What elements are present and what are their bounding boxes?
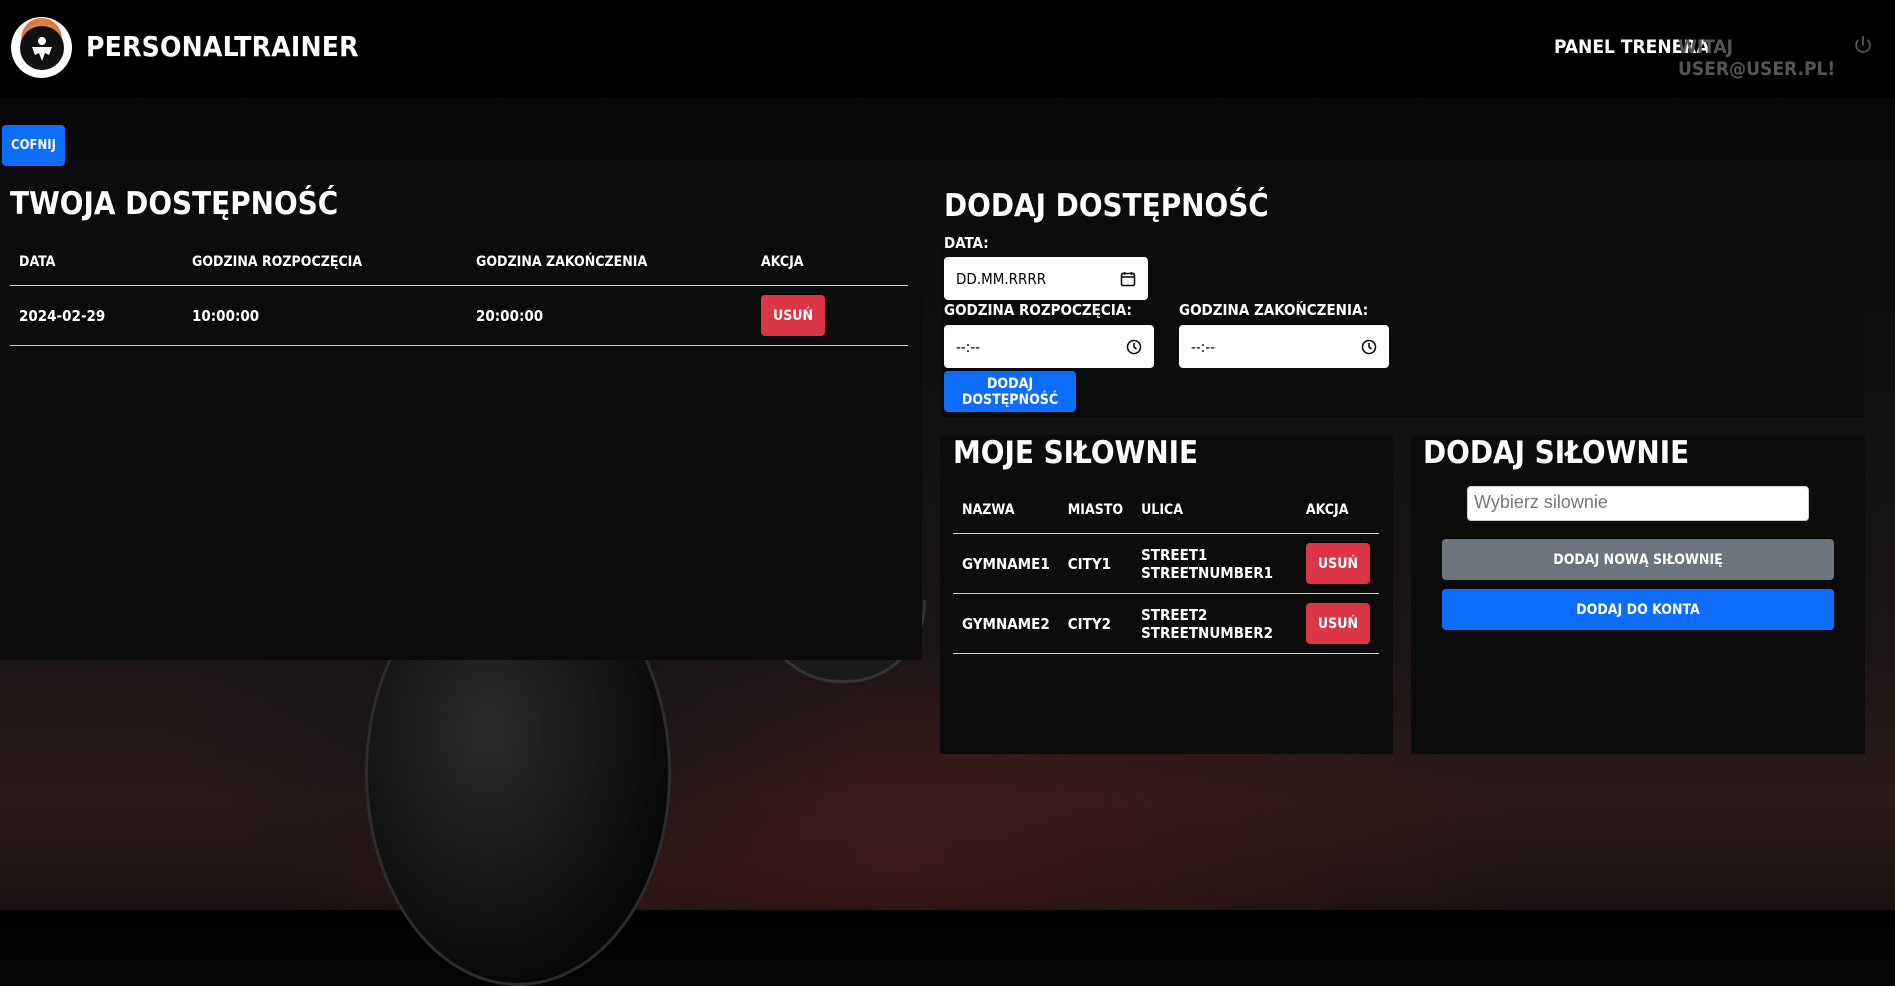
- availability-title: TWOJA DOSTĘPNOŚĆ: [10, 186, 339, 222]
- date-input-placeholder: DD.MM.RRRR: [956, 269, 1047, 288]
- my-gyms-table: NAZWA MIASTO ULICA AKCJA GYMNAME1 CITY1 …: [953, 487, 1379, 654]
- add-new-gym-button[interactable]: DODAJ NOWĄ SIŁOWNIĘ: [1442, 539, 1834, 580]
- calendar-icon[interactable]: [1120, 271, 1136, 287]
- my-gyms-panel: MOJE SIŁOWNIE NAZWA MIASTO ULICA AKCJA G…: [940, 435, 1393, 754]
- gym-select[interactable]: Wybierz silownie: [1467, 486, 1809, 521]
- column-city: MIASTO: [1058, 487, 1133, 534]
- column-date: DATA: [10, 239, 183, 286]
- gym-name: GYMNAME2: [953, 593, 1059, 654]
- end-time-label: GODZINA ZAKOŃCZENIA:: [1179, 301, 1369, 319]
- gym-street: STREET1 STREETNUMBER1: [1132, 533, 1297, 594]
- clock-icon[interactable]: [1361, 339, 1377, 355]
- table-row: GYMNAME2 CITY2 STREET2 STREETNUMBER2 USU…: [953, 593, 1379, 654]
- my-gyms-title: MOJE SIŁOWNIE: [953, 435, 1199, 471]
- add-availability-button[interactable]: DODAJ DOSTĘPNOŚĆ: [944, 371, 1076, 412]
- delete-availability-button[interactable]: USUŃ: [761, 295, 826, 336]
- power-icon[interactable]: [1852, 34, 1874, 56]
- add-to-account-button[interactable]: DODAJ DO KONTA: [1442, 589, 1834, 630]
- table-row: 2024-02-29 10:00:00 20:00:00 USUŃ: [10, 285, 908, 346]
- top-navbar: PERSONALTRAINER PANEL TRENERA WITAJ USER…: [0, 0, 1895, 98]
- gym-name: GYMNAME1: [953, 533, 1059, 594]
- add-gym-title: DODAJ SIŁOWNIE: [1423, 435, 1690, 471]
- add-availability-panel: DODAJ DOSTĘPNOŚĆ DATA: DD.MM.RRRR GODZIN…: [941, 184, 1864, 417]
- brand-name[interactable]: PERSONALTRAINER: [86, 30, 359, 63]
- column-end-time: GODZINA ZAKOŃCZENIA: [467, 239, 752, 286]
- column-start-time: GODZINA ROZPOCZĘCIA: [183, 239, 467, 286]
- start-time-input[interactable]: --:--: [944, 325, 1154, 368]
- availability-date: 2024-02-29: [10, 285, 183, 346]
- clock-icon[interactable]: [1126, 339, 1142, 355]
- availability-end: 20:00:00: [467, 285, 752, 346]
- column-action: AKCJA: [1296, 487, 1379, 534]
- date-label: DATA:: [944, 234, 989, 252]
- column-name: NAZWA: [953, 487, 1059, 534]
- availability-panel: TWOJA DOSTĘPNOŚĆ DATA GODZINA ROZPOCZĘCI…: [0, 184, 922, 660]
- delete-gym-button[interactable]: USUŃ: [1305, 543, 1370, 584]
- start-time-placeholder: --:--: [956, 337, 981, 356]
- logo-icon[interactable]: [11, 17, 72, 78]
- end-time-placeholder: --:--: [1191, 337, 1216, 356]
- back-button[interactable]: COFNIJ: [2, 125, 65, 166]
- delete-gym-button[interactable]: USUŃ: [1305, 603, 1370, 644]
- date-input[interactable]: DD.MM.RRRR: [944, 257, 1148, 300]
- add-availability-title: DODAJ DOSTĘPNOŚĆ: [944, 188, 1269, 224]
- gym-city: CITY2: [1058, 593, 1133, 654]
- column-action: AKCJA: [752, 239, 908, 286]
- gym-city: CITY1: [1058, 533, 1133, 594]
- end-time-input[interactable]: --:--: [1179, 325, 1389, 368]
- availability-table: DATA GODZINA ROZPOCZĘCIA GODZINA ZAKOŃCZ…: [10, 239, 908, 346]
- table-row: GYMNAME1 CITY1 STREET1 STREETNUMBER1 USU…: [953, 533, 1379, 594]
- start-time-label: GODZINA ROZPOCZĘCIA:: [944, 301, 1132, 319]
- gym-street: STREET2 STREETNUMBER2: [1132, 593, 1297, 654]
- availability-start: 10:00:00: [183, 285, 467, 346]
- column-street: ULICA: [1132, 487, 1297, 534]
